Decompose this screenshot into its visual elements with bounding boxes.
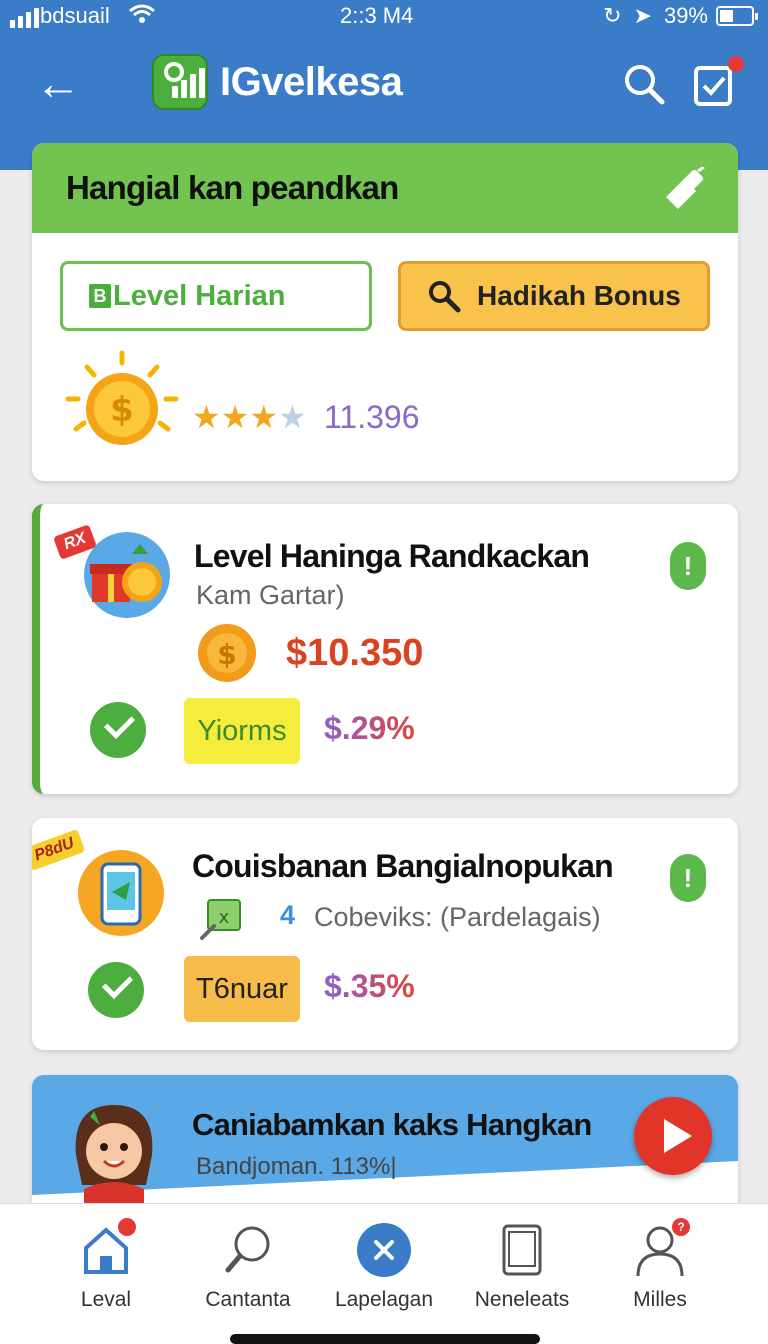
tablet-icon (502, 1224, 542, 1276)
search-icon (225, 1226, 270, 1273)
level-harian-button[interactable]: B Level Harian (60, 261, 372, 331)
svg-text:$: $ (217, 638, 236, 671)
level-harian-label: Level Harian (113, 279, 286, 312)
daily-banner-card: Hangial kan peandkan B Level Harian Hadi… (32, 143, 738, 481)
star-filled-icon: ★ (249, 399, 279, 435)
list-item[interactable]: RX Level Haninga Randkackan Kam Gartar) … (32, 504, 738, 794)
percent-value: $.29% (324, 710, 415, 746)
banner-title: Hangial kan peandkan (66, 169, 399, 206)
nav-label: Lapelagan (334, 1288, 434, 1311)
star-empty-icon: ★ (278, 399, 307, 435)
item-title: Level Haninga Randkackan (194, 538, 590, 574)
info-icon[interactable]: ! (670, 542, 706, 590)
rotation-lock-icon: ↻ (603, 3, 622, 28)
coin-icon: $ (198, 624, 256, 682)
clock: 2::3 M4 (340, 3, 414, 28)
girl-avatar-icon (75, 1105, 153, 1205)
item-title: Couisbanan Bangialnopukan (192, 848, 614, 884)
play-button[interactable] (634, 1097, 712, 1175)
location-icon: ➤ (633, 3, 652, 28)
score-value: 11.396 (324, 399, 420, 435)
bonus-label: Hadikah Bonus (477, 280, 681, 311)
banner-band: Hangial kan peandkan (32, 143, 738, 233)
star-filled-icon: ★ (220, 399, 250, 435)
search-icon[interactable] (620, 60, 668, 108)
percent-value: $.35% (324, 968, 415, 1004)
notification-badge: ? (672, 1218, 690, 1236)
phone-icon (78, 850, 164, 936)
level-mark-icon: B (89, 284, 111, 308)
close-circle-icon (357, 1223, 411, 1277)
nav-item-milles[interactable]: ? Milles (590, 1218, 730, 1312)
nav-label: Cantanta (205, 1288, 291, 1311)
battery-percent: 39% (663, 3, 708, 28)
status-pill[interactable]: T6nuar (184, 956, 300, 1022)
nav-item-lapelagan[interactable]: Lapelagan (314, 1222, 454, 1312)
item-count: 4 (280, 900, 296, 930)
svg-text:x: x (219, 907, 230, 928)
coin-sun-icon: $ (65, 350, 179, 445)
gift-coin-icon (84, 532, 170, 618)
star-rating: ★ ★ ★ ★ (192, 398, 307, 436)
nav-item-cantanta[interactable]: Cantanta (178, 1222, 318, 1312)
bonus-button[interactable]: Hadikah Bonus (398, 261, 710, 331)
check-icon (90, 702, 146, 758)
nav-label: Milles (633, 1288, 687, 1311)
item-subtitle: Cobeviks: (Pardelagais) (314, 902, 601, 932)
notification-dot (118, 1218, 136, 1236)
app-title: IGvelkesa (220, 60, 403, 104)
signal-icon (10, 8, 39, 28)
check-icon (88, 962, 144, 1018)
info-icon[interactable]: ! (670, 854, 706, 902)
status-pill[interactable]: Yiorms (184, 698, 300, 764)
carrier-label: bdsuail (40, 3, 110, 28)
task-check-icon[interactable] (692, 56, 744, 108)
nav-label: Neneleats (474, 1288, 570, 1311)
list-item[interactable]: P8dU Couisbanan Bangialnopukan x 4 Cobev… (32, 818, 738, 1050)
search-icon (429, 281, 461, 313)
nav-label: Leval (80, 1288, 132, 1311)
item-subtitle: Kam Gartar) (196, 580, 345, 610)
promo-subtitle: Bandjoman. 113%| (196, 1153, 397, 1180)
bottom-nav: Leval Cantanta Lapelagan Neneleats ? Mil… (0, 1203, 768, 1344)
wifi-icon (129, 4, 155, 23)
star-filled-icon: ★ (192, 399, 221, 435)
battery-icon (716, 6, 758, 26)
status-bar: bdsuail 2::3 M4 ↻ ➤ 39% (0, 0, 768, 36)
svg-text:$: $ (110, 390, 134, 430)
chart-logo-icon (152, 54, 208, 110)
notification-dot (728, 56, 744, 72)
nav-item-leval[interactable]: Leval (36, 1218, 176, 1312)
megaphone-icon[interactable] (662, 167, 708, 209)
calculator-icon: x (200, 899, 241, 940)
back-arrow-icon[interactable]: ← (30, 58, 86, 108)
reward-amount: $10.350 (286, 632, 424, 674)
promo-title: Caniabamkan kaks Hangkan (192, 1107, 592, 1142)
home-indicator[interactable] (230, 1334, 540, 1344)
nav-item-neneleats[interactable]: Neneleats (452, 1222, 592, 1312)
